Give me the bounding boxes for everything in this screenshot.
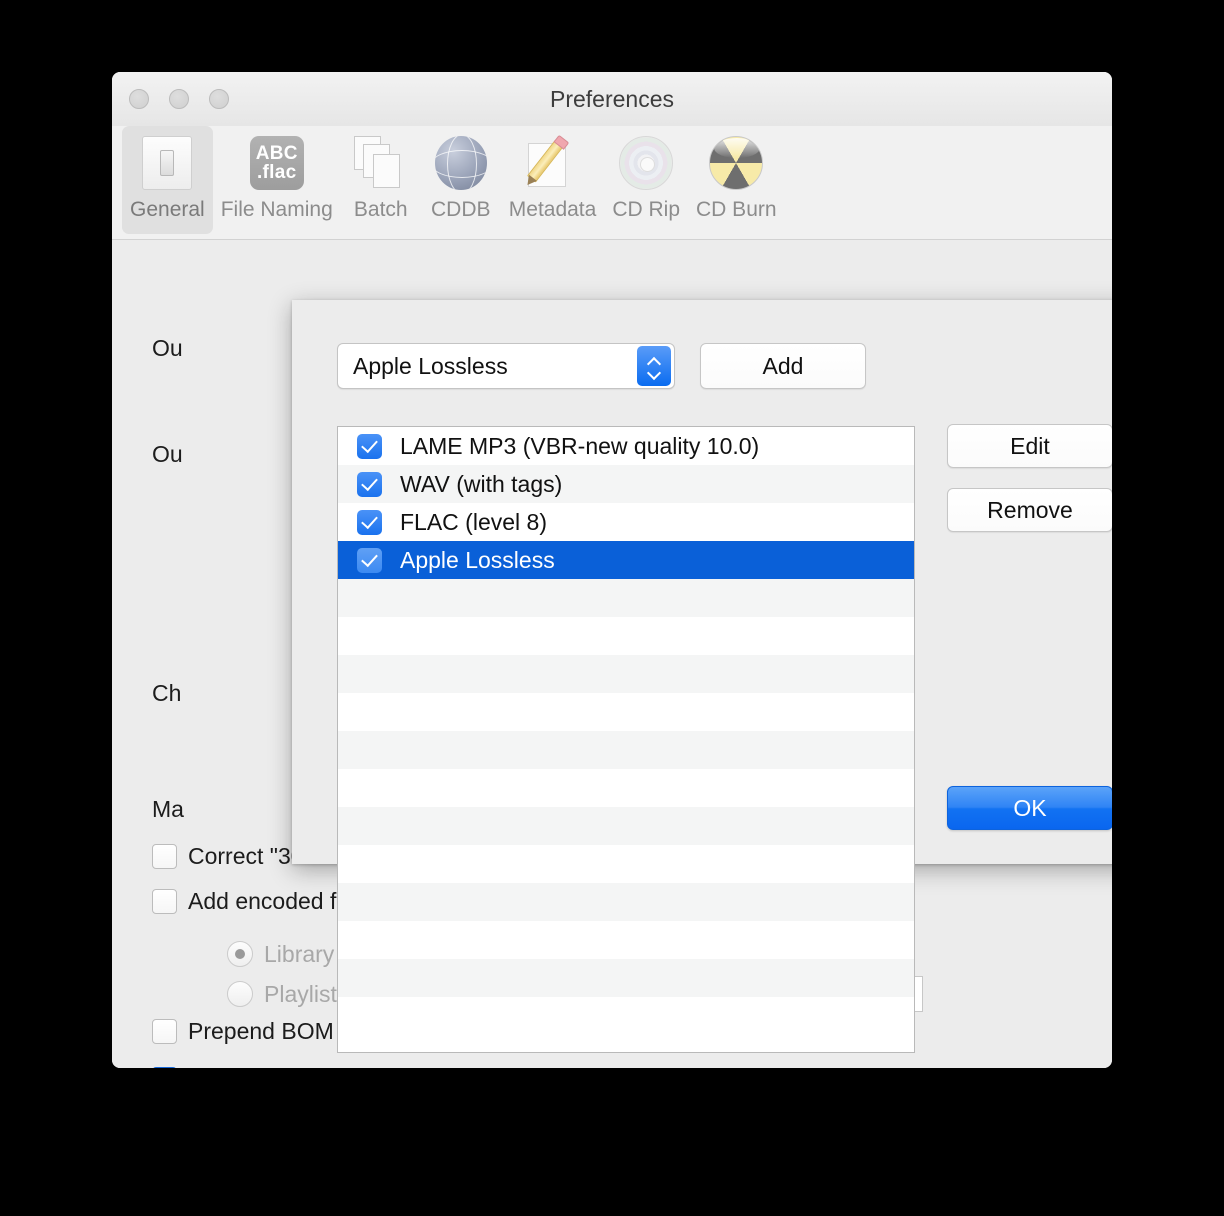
toolbar-item-batch[interactable]: Batch xyxy=(341,126,421,234)
list-item-empty[interactable] xyxy=(338,807,914,845)
edit-button[interactable]: Edit xyxy=(947,424,1112,468)
list-item-empty[interactable] xyxy=(338,579,914,617)
list-item-label: Apple Lossless xyxy=(400,546,555,573)
list-item-empty[interactable] xyxy=(338,921,914,959)
output-label-1: Ou xyxy=(152,335,183,361)
list-item-empty[interactable] xyxy=(338,655,914,693)
list-item-empty[interactable] xyxy=(338,883,914,921)
burn-disc-icon xyxy=(705,132,767,194)
list-item-checkbox[interactable] xyxy=(357,433,382,459)
toolbar-item-cddb[interactable]: CDDB xyxy=(421,126,501,234)
label-auto-updates: Automatically check for updates xyxy=(188,1066,513,1068)
list-item[interactable]: Apple Lossless xyxy=(338,541,914,579)
list-item[interactable]: LAME MP3 (VBR-new quality 10.0) xyxy=(338,427,914,465)
list-item[interactable]: FLAC (level 8) xyxy=(338,503,914,541)
toolbar-label-general: General xyxy=(130,198,205,221)
abc-flac-icon-top: ABC xyxy=(255,143,298,164)
toolbar-item-metadata[interactable]: Metadata xyxy=(501,126,605,234)
checkbox-add-to-itunes[interactable] xyxy=(152,889,177,914)
format-select-value: Apple Lossless xyxy=(353,352,508,379)
toolbar-label-metadata: Metadata xyxy=(508,198,597,221)
toolbar-label-cddb: CDDB xyxy=(431,198,491,221)
preferences-window: Preferences General ABC .flac File Namin… xyxy=(112,72,1112,1068)
toolbar-item-cd-rip[interactable]: CD Rip xyxy=(604,126,688,234)
toolbar-item-file-naming[interactable]: ABC .flac File Naming xyxy=(213,126,341,234)
abc-flac-icon: ABC .flac xyxy=(246,132,308,194)
remove-button[interactable]: Remove xyxy=(947,488,1112,532)
stacked-pages-icon xyxy=(350,132,412,194)
list-item-label: LAME MP3 (VBR-new quality 10.0) xyxy=(400,432,760,459)
list-item-label: FLAC (level 8) xyxy=(400,508,547,535)
chevron-up-icon xyxy=(648,357,661,364)
globe-icon xyxy=(430,132,492,194)
toolbar-label-cd-rip: CD Rip xyxy=(612,198,681,221)
list-item-checkbox[interactable] xyxy=(357,547,382,573)
checkbox-correct-offset[interactable] xyxy=(152,844,177,869)
list-item-empty[interactable] xyxy=(338,769,914,807)
list-item-empty[interactable] xyxy=(338,731,914,769)
max-label: Ma xyxy=(152,796,184,822)
toolbar-item-general[interactable]: General xyxy=(122,126,213,234)
pencil-page-icon xyxy=(522,132,584,194)
toolbar-label-file-naming: File Naming xyxy=(220,198,333,221)
list-item-empty[interactable] xyxy=(338,845,914,883)
add-button[interactable]: Add xyxy=(700,343,866,389)
option-row-auto-updates[interactable]: Automatically check for updates xyxy=(152,1066,513,1068)
format-stepper[interactable] xyxy=(637,346,671,386)
window-titlebar: Preferences xyxy=(112,72,1112,126)
chevron-down-icon xyxy=(648,369,661,376)
toolbar-label-batch: Batch xyxy=(353,198,408,221)
light-switch-icon xyxy=(136,132,198,194)
preferences-toolbar: General ABC .flac File Naming Batch CDDB xyxy=(112,126,1112,240)
toolbar-item-cd-burn[interactable]: CD Burn xyxy=(688,126,785,234)
ok-button[interactable]: OK xyxy=(947,786,1112,830)
format-select-dropdown[interactable]: Apple Lossless xyxy=(337,343,675,389)
list-item-empty[interactable] xyxy=(338,693,914,731)
list-item[interactable]: WAV (with tags) xyxy=(338,465,914,503)
list-item-checkbox[interactable] xyxy=(357,471,382,497)
checkbox-prepend-bom[interactable] xyxy=(152,1019,177,1044)
output-label-2: Ou xyxy=(152,441,183,467)
checkbox-auto-updates[interactable] xyxy=(152,1067,177,1068)
list-item-label: WAV (with tags) xyxy=(400,470,563,497)
check-label: Ch xyxy=(152,680,182,706)
format-list[interactable]: LAME MP3 (VBR-new quality 10.0) WAV (wit… xyxy=(337,426,915,1053)
list-item-empty[interactable] xyxy=(338,617,914,655)
list-item-empty[interactable] xyxy=(338,959,914,997)
window-title: Preferences xyxy=(549,86,674,112)
compact-disc-icon xyxy=(615,132,677,194)
radio-library[interactable] xyxy=(227,941,253,967)
list-item-empty[interactable] xyxy=(338,997,914,1035)
list-item-checkbox[interactable] xyxy=(357,509,382,535)
abc-flac-icon-bottom: .flac xyxy=(256,162,297,183)
output-format-sheet: Apple Lossless Add LAME MP3 (VBR-new qua… xyxy=(292,300,1112,1053)
radio-playlist[interactable] xyxy=(227,981,253,1007)
toolbar-label-cd-burn: CD Burn xyxy=(696,198,777,221)
